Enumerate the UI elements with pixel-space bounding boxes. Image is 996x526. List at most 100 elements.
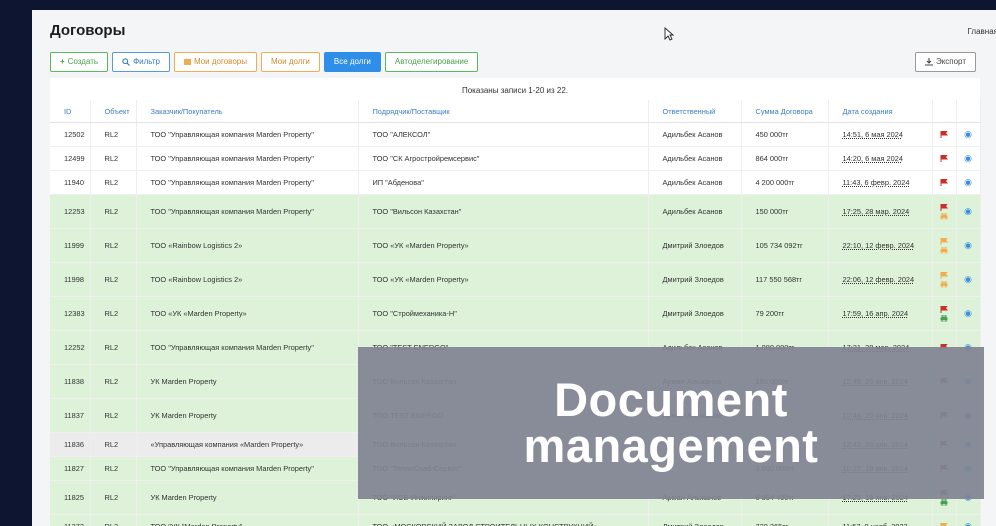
export-button[interactable]: Экспорт xyxy=(914,52,976,72)
table-row[interactable]: 12383 RL2 ТОО «УК «Marden Property» ТОО "Ст… xyxy=(50,296,981,331)
print-icon[interactable] xyxy=(940,280,948,288)
col-view xyxy=(956,100,981,123)
eye-icon[interactable]: ◉ xyxy=(964,177,972,187)
cell-contractor: ТОО "АЛЕКСОЛ" xyxy=(358,122,649,147)
table-row[interactable]: 12502 RL2 ТОО "Управляющая компания Marden… xyxy=(50,122,981,147)
create-button[interactable]: + Создать xyxy=(50,52,109,72)
cell-customer: ТОО "Управляющая компания Marden Propert… xyxy=(136,170,359,195)
cell-object: RL2 xyxy=(90,296,137,331)
cell-object: RL2 xyxy=(90,146,137,171)
col-amount[interactable]: Сумма Договора xyxy=(741,100,829,123)
banner-overlay: Document management xyxy=(358,347,984,499)
cell-amount: 105 734 092тг xyxy=(741,228,829,263)
cell-created: 11:57, 9 нояб. 2023 xyxy=(828,514,933,526)
print-icon[interactable] xyxy=(940,314,948,322)
status-icons xyxy=(932,228,957,263)
cell-id: 11372 xyxy=(50,514,91,526)
cell-amount: 79 200тг xyxy=(741,296,829,331)
cell-customer: ТОО "Управляющая компания Marden Propert… xyxy=(136,122,359,147)
my-debts-button[interactable]: Мои долги xyxy=(260,52,320,72)
col-id[interactable]: ID xyxy=(50,100,91,123)
cell-responsible: Адильбек Асанов xyxy=(648,122,742,147)
cell-amount: 117 550 568тг xyxy=(741,262,829,297)
cell-customer: ТОО «УК «Marden Property» xyxy=(136,296,359,331)
cell-object: RL2 xyxy=(90,228,137,263)
table-row[interactable]: 11999 RL2 ТОО «Rainbow Logistics 2» ТОО «УК… xyxy=(50,228,981,263)
flag-icon[interactable] xyxy=(940,155,948,162)
table-row[interactable]: 11940 RL2 ТОО "Управляющая компания Marden… xyxy=(50,170,981,195)
col-responsible[interactable]: Ответственный xyxy=(648,100,742,123)
status-icons xyxy=(932,262,957,297)
all-debts-label: Все долги xyxy=(333,57,371,66)
print-icon[interactable] xyxy=(940,498,948,506)
table-row[interactable]: 12253 RL2 ТОО "Управляющая компания Marden… xyxy=(50,194,981,229)
page-title: Договоры xyxy=(50,22,126,39)
cell-id: 11999 xyxy=(50,228,91,263)
filter-button[interactable]: Фильтр xyxy=(112,52,170,72)
cell-responsible: Дмитрий Злоедов xyxy=(648,228,742,263)
eye-icon[interactable]: ◉ xyxy=(964,274,972,284)
cell-contractor: ТОО «УК «Marden Property» xyxy=(358,228,649,263)
cell-id: 11940 xyxy=(50,170,91,195)
eye-icon[interactable]: ◉ xyxy=(964,153,972,163)
table-row[interactable]: 12499 RL2 ТОО "Управляющая компания Marden… xyxy=(50,146,981,171)
col-contractor[interactable]: Подрядчик/Поставщик xyxy=(358,100,649,123)
cell-contractor: ТОО "СК Агростройремсервис" xyxy=(358,146,649,171)
create-label: Создать xyxy=(67,57,99,66)
flag-icon[interactable] xyxy=(940,271,948,279)
flag-icon[interactable] xyxy=(940,131,948,138)
col-created[interactable]: Дата создания xyxy=(828,100,933,123)
table-row[interactable]: 11372RL2ТОО "УК "Marden Property"ТОО «МО… xyxy=(50,514,981,526)
print-icon[interactable] xyxy=(940,212,948,220)
cell-amount: 864 000тг xyxy=(741,146,829,171)
cell-customer: ТОО "Управляющая компания Marden Propert… xyxy=(136,194,359,229)
flag-icon[interactable] xyxy=(940,203,948,211)
cell-id: 11998 xyxy=(50,262,91,297)
cell-customer: ТОО "Управляющая компания Marden Propert… xyxy=(136,456,359,481)
toolbar: + Создать Фильтр Мои договоры Мои долги … xyxy=(50,52,479,72)
breadcrumb-home[interactable]: Главная xyxy=(968,27,996,36)
banner-line-2: management xyxy=(523,419,819,472)
table-row[interactable]: 11998 RL2 ТОО «Rainbow Logistics 2» ТОО «УК… xyxy=(50,262,981,297)
download-icon xyxy=(924,58,933,66)
cell-customer: ТОО "Управляющая компания Marden Propert… xyxy=(136,330,359,365)
cell-object: RL2 xyxy=(90,262,137,297)
cell-id: 11836 xyxy=(50,432,91,457)
cell-id: 11827 xyxy=(50,456,91,481)
flag-icon[interactable] xyxy=(940,237,948,245)
view-cell: ◉ xyxy=(956,296,981,331)
cell-id: 11825 xyxy=(50,480,91,515)
flag-icon[interactable] xyxy=(940,179,948,186)
cell-responsible: Дмитрий Злоедов xyxy=(648,296,742,331)
eye-icon[interactable]: ◉ xyxy=(964,521,972,526)
autodelegation-button[interactable]: Автоделегирование xyxy=(384,52,479,72)
cell-customer: УК Marden Property xyxy=(136,398,359,433)
table-header: ID Объект Заказчик/Покупатель Подрядчик/… xyxy=(50,100,981,123)
search-icon xyxy=(122,58,131,66)
cell-amount: 450 000тг xyxy=(741,122,829,147)
my-contracts-button[interactable]: Мои договоры xyxy=(173,52,257,72)
cell-contractor: ТОО «УК «Marden Property» xyxy=(358,262,649,297)
col-object[interactable]: Объект xyxy=(90,100,137,123)
cell-object: RL2 xyxy=(90,432,137,457)
cell-created: 17:25, 28 мар. 2024 xyxy=(828,194,933,229)
print-icon[interactable] xyxy=(940,246,948,254)
cell-customer: ТОО «Rainbow Logistics 2» xyxy=(136,228,359,263)
cell-object: RL2 xyxy=(90,364,137,399)
cell-created: 22:06, 12 февр. 2024 xyxy=(828,262,933,297)
banner-line-1: Document xyxy=(554,373,788,426)
cell-object: RL2 xyxy=(90,514,137,526)
col-customer[interactable]: Заказчик/Покупатель xyxy=(136,100,359,123)
cell-customer: УК Marden Property xyxy=(136,480,359,515)
cell-object: RL2 xyxy=(90,456,137,481)
eye-icon[interactable]: ◉ xyxy=(964,206,972,216)
eye-icon[interactable]: ◉ xyxy=(964,240,972,250)
cell-amount: 4 200 000тг xyxy=(741,170,829,195)
view-cell: ◉ xyxy=(956,146,981,171)
cell-id: 12252 xyxy=(50,330,91,365)
eye-icon[interactable]: ◉ xyxy=(964,308,972,318)
cell-amount: 738 365тг xyxy=(741,514,829,526)
all-debts-button[interactable]: Все долги xyxy=(323,52,381,72)
flag-icon[interactable] xyxy=(940,305,948,313)
eye-icon[interactable]: ◉ xyxy=(964,129,972,139)
